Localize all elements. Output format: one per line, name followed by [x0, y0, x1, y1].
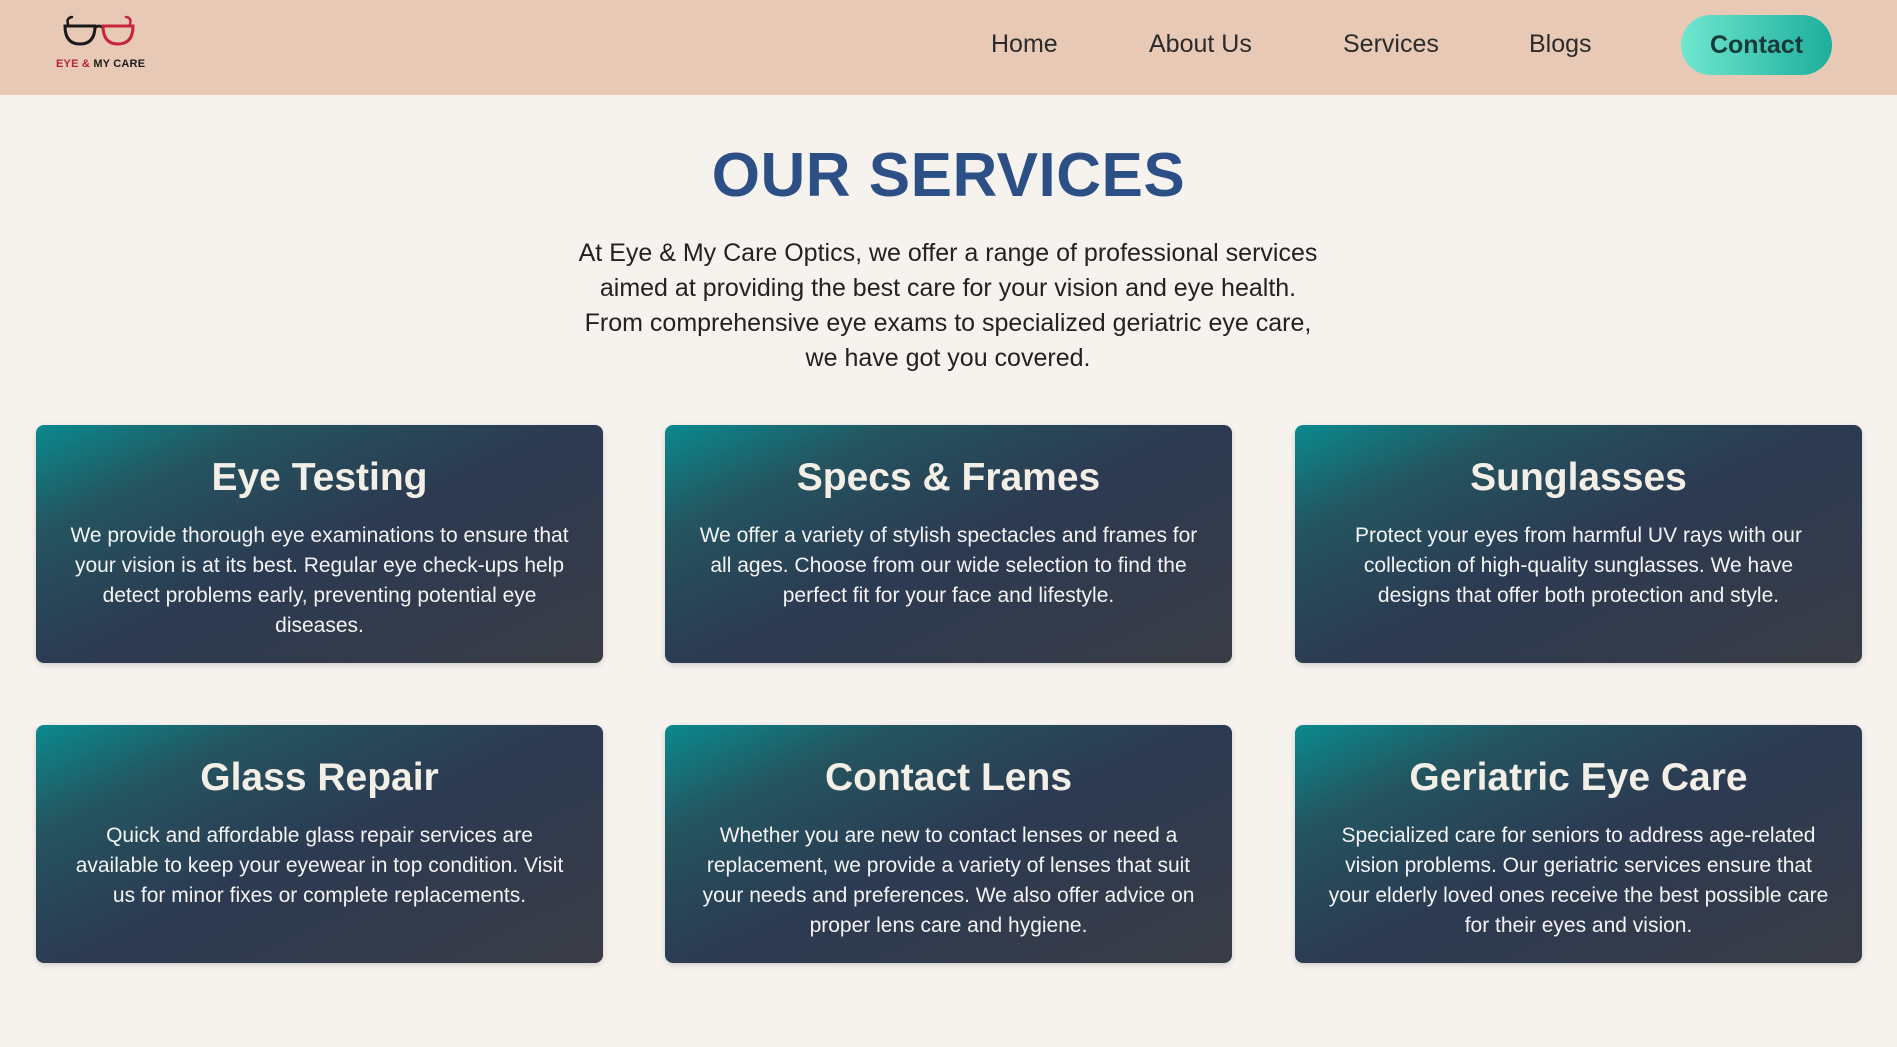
- page-title: OUR SERVICES: [711, 141, 1186, 210]
- service-card-glass-repair: Glass Repair Quick and affordable glass …: [36, 725, 603, 963]
- nav-home[interactable]: Home: [991, 30, 1058, 59]
- card-description: Protect your eyes from harmful UV rays w…: [1355, 524, 1802, 607]
- services-intro: At Eye & My Care Optics, we offer a rang…: [578, 239, 1318, 372]
- card-description: We provide thorough eye examinations to …: [70, 524, 569, 637]
- service-card-geriatric-eye-care: Geriatric Eye Care Specialized care for …: [1295, 725, 1862, 963]
- logo-link[interactable]: EYE & MY CARE: [52, 14, 152, 74]
- card-description: Quick and affordable glass repair servic…: [75, 824, 564, 907]
- service-card-eye-testing: Eye Testing We provide thorough eye exam…: [36, 425, 603, 663]
- card-title: Contact Lens: [824, 756, 1073, 799]
- card-description: Specialized care for seniors to address …: [1328, 824, 1829, 937]
- card-title: Glass Repair: [200, 756, 439, 799]
- card-title: Eye Testing: [211, 456, 428, 499]
- card-description: We offer a variety of stylish spectacles…: [699, 524, 1198, 607]
- nav-about-us[interactable]: About Us: [1149, 30, 1252, 59]
- nav-services[interactable]: Services: [1343, 30, 1439, 59]
- card-description: Whether you are new to contact lenses or…: [702, 824, 1195, 937]
- service-card-sunglasses: Sunglasses Protect your eyes from harmfu…: [1295, 425, 1862, 663]
- card-title: Geriatric Eye Care: [1409, 756, 1748, 799]
- contact-button[interactable]: Contact: [1681, 15, 1832, 75]
- nav-blogs[interactable]: Blogs: [1529, 30, 1592, 59]
- service-card-specs-frames: Specs & Frames We offer a variety of sty…: [665, 425, 1232, 663]
- logo-text: EYE & MY CARE: [56, 58, 146, 70]
- glasses-icon: [63, 15, 135, 46]
- navbar: EYE & MY CARE Home About Us Services Blo…: [0, 0, 1897, 95]
- service-card-contact-lens: Contact Lens Whether you are new to cont…: [665, 725, 1232, 963]
- card-title: Sunglasses: [1470, 456, 1687, 499]
- card-title: Specs & Frames: [796, 456, 1101, 499]
